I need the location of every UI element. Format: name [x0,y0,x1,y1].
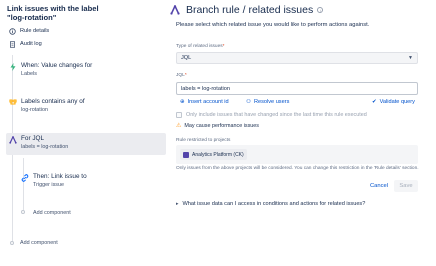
restricted-projects-box: Analytics Platform (CK) [176,145,418,164]
condition-icon [8,98,18,108]
main-panel: Branch rule / related issues i Please se… [170,0,436,266]
page-header: Branch rule / related issues i [170,4,324,16]
step-action[interactable]: Then: Link issue to Trigger issue [18,171,158,191]
add-component-main[interactable]: Add component [20,240,58,246]
step-subtitle: Trigger issue [33,182,64,188]
add-node-dot [10,241,14,245]
add-node-dot [21,210,25,214]
type-select[interactable]: JQL ▼ [176,52,418,64]
users-icon: ⚇ [246,99,251,105]
info-icon [8,27,16,35]
jql-label: JQL* [176,73,187,78]
info-icon[interactable]: i [317,7,324,13]
branch-icon [170,5,180,15]
faq-expander[interactable]: ▸ What issue data can I access in condit… [176,201,365,207]
step-subtitle: Labels [21,71,37,77]
step-condition[interactable]: Labels contains any of log-rotation [6,96,166,118]
nav-audit-log[interactable]: Audit log [8,39,42,49]
description: Please select which related issue you wo… [176,22,370,28]
type-value: JQL [181,55,192,61]
bolt-icon [8,62,18,72]
chevron-down-icon: ▼ [408,55,413,61]
nav-rule-details[interactable]: Rule details [8,26,49,36]
nav-label: Rule details [20,28,50,34]
project-tag: Analytics Platform (CK) [180,149,247,160]
validate-query-link[interactable]: ✔ Validate query [372,99,415,105]
link-icon [20,173,30,183]
save-button[interactable]: Save [394,180,418,192]
step-trigger[interactable]: When: Value changes for Labels [6,60,166,80]
check-circle-icon: ✔ [372,99,377,105]
chevron-right-icon: ▸ [176,201,179,207]
plus-icon: ⊕ [180,99,185,105]
step-title: Then: Link issue to [33,173,87,180]
performance-warning: ⚠ May cause performance issues [176,122,259,130]
add-component-branch[interactable]: Add component [33,210,71,216]
step-subtitle: labels = log-rotation [21,144,69,150]
insert-account-link[interactable]: ⊕ Insert account id [180,99,229,105]
step-title: For JQL [21,135,45,142]
restricted-label: Rule restricted to projects [176,138,231,143]
page-title: Branch rule / related issues [186,4,314,16]
nav-label: Audit log [20,41,42,47]
cancel-button[interactable]: Cancel [370,183,388,189]
step-title: When: Value changes for [21,62,93,69]
branch-icon [8,135,18,145]
rule-title: Link issues with the label "log-rotation… [7,4,99,22]
step-title: Labels contains any of [21,98,85,105]
rule-sidebar: Link issues with the label "log-rotation… [0,0,170,266]
jql-value: labels = log-rotation [181,85,230,92]
checkbox-box[interactable] [176,112,182,118]
type-label: Type of related issues* [176,44,225,49]
step-subtitle: log-rotation [21,107,48,113]
warning-icon: ⚠ [176,123,182,129]
restriction-hint: Only issues from the above projects will… [176,166,419,171]
jql-input[interactable]: labels = log-rotation [176,82,418,95]
document-icon [8,40,16,48]
project-icon [183,151,189,158]
only-changed-checkbox[interactable]: Only include issues that have changed si… [176,112,367,118]
resolve-users-link[interactable]: ⚇ Resolve users [246,99,289,105]
step-branch[interactable]: For JQL labels = log-rotation [6,133,166,155]
